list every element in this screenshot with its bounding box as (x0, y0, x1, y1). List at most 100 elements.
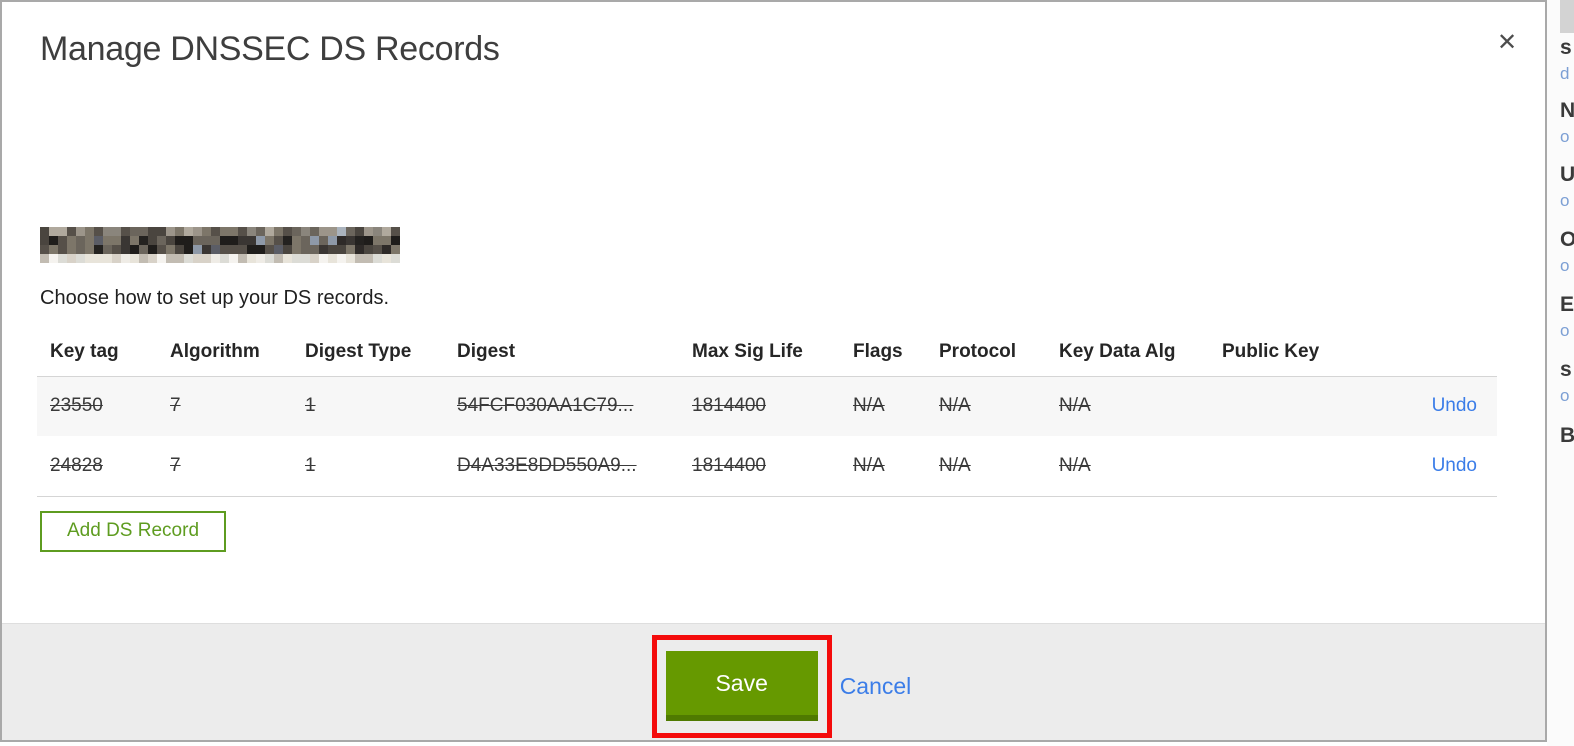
redaction-pixel (355, 245, 364, 254)
redaction-pixel (184, 254, 193, 263)
redaction-pixel (121, 236, 130, 245)
redaction-pixel (283, 227, 292, 236)
redaction-pixel (148, 236, 157, 245)
redaction-pixel (58, 227, 67, 236)
table-header-row: Key tag Algorithm Digest Type Digest Max… (37, 328, 1497, 377)
background-text-fragment: o (1560, 256, 1570, 275)
background-text-fragment: s (1560, 36, 1572, 59)
redaction-pixel (229, 254, 238, 263)
redaction-pixel (85, 254, 94, 263)
redaction-pixel (265, 236, 274, 245)
redaction-pixel (175, 254, 184, 263)
redaction-pixel (103, 227, 112, 236)
column-header-max-sig-life: Max Sig Life (679, 328, 840, 377)
redaction-pixel (256, 254, 265, 263)
background-text-fragment: o (1560, 127, 1570, 146)
redaction-pixel (310, 254, 319, 263)
column-header-key-data-alg: Key Data Alg (1046, 328, 1209, 377)
background-text-fragment: N (1560, 99, 1574, 122)
redaction-pixel (184, 245, 193, 254)
table-cell: 24828 (37, 436, 157, 497)
redaction-pixel (301, 245, 310, 254)
redaction-pixel (211, 227, 220, 236)
redaction-pixel (76, 227, 85, 236)
column-header-digest: Digest (444, 328, 679, 377)
redaction-pixel (67, 227, 76, 236)
redaction-pixel (85, 236, 94, 245)
redaction-pixel (364, 236, 373, 245)
close-icon[interactable]: ✕ (1491, 26, 1523, 58)
table-cell (1209, 376, 1369, 436)
redaction-pixel (328, 245, 337, 254)
redaction-pixel (292, 254, 301, 263)
redaction-pixel (94, 254, 103, 263)
redaction-pixel (328, 254, 337, 263)
background-gray-band (1560, 0, 1574, 33)
column-header-key-tag: Key tag (37, 328, 157, 377)
redaction-pixel (292, 245, 301, 254)
redaction-pixel (229, 236, 238, 245)
redaction-pixel (256, 227, 265, 236)
redaction-pixel (211, 236, 220, 245)
redaction-pixel (103, 245, 112, 254)
redaction-pixel (283, 254, 292, 263)
background-text-fragment: B (1560, 424, 1574, 447)
column-header-protocol: Protocol (926, 328, 1046, 377)
redaction-pixel (391, 245, 400, 254)
redaction-pixel (94, 227, 103, 236)
column-header-actions (1369, 328, 1497, 377)
redaction-pixel (166, 236, 175, 245)
redaction-pixel (139, 254, 148, 263)
redaction-pixel (130, 245, 139, 254)
redaction-pixel (319, 236, 328, 245)
redaction-pixel (355, 254, 364, 263)
cancel-link[interactable]: Cancel (840, 673, 912, 700)
redaction-pixel (382, 254, 391, 263)
redaction-pixel (94, 245, 103, 254)
redaction-pixel (40, 227, 49, 236)
annotation-highlight-box: Save (651, 635, 832, 738)
redaction-pixel (256, 245, 265, 254)
redaction-pixel (364, 245, 373, 254)
redaction-pixel (103, 236, 112, 245)
table-cell: 1814400 (692, 395, 766, 417)
table-cell: N/A (840, 436, 926, 497)
table-cell-actions: Undo (1369, 376, 1497, 436)
redaction-pixel (157, 254, 166, 263)
column-header-public-key: Public Key (1209, 328, 1369, 377)
redaction-pixel (301, 236, 310, 245)
redaction-pixel (49, 227, 58, 236)
table-cell: N/A (926, 436, 1046, 497)
redaction-pixel (274, 227, 283, 236)
add-ds-record-button[interactable]: Add DS Record (40, 510, 227, 552)
redaction-pixel (265, 245, 274, 254)
redaction-pixel (319, 245, 328, 254)
undo-link[interactable]: Undo (1432, 455, 1477, 476)
redaction-pixel (301, 227, 310, 236)
redaction-pixel (121, 254, 130, 263)
redacted-domain-name (40, 227, 400, 263)
save-button[interactable]: Save (665, 651, 818, 721)
redaction-pixel (202, 227, 211, 236)
background-page-fragments: sdNoUoOoEosoB (1560, 0, 1574, 746)
redaction-pixel (58, 254, 67, 263)
background-text-fragment: E (1560, 293, 1574, 316)
redaction-pixel (220, 254, 229, 263)
redaction-pixel (382, 227, 391, 236)
redaction-pixel (76, 254, 85, 263)
redaction-pixel (49, 245, 58, 254)
redaction-pixel (67, 245, 76, 254)
redaction-pixel (202, 245, 211, 254)
redaction-pixel (157, 236, 166, 245)
redaction-pixel (175, 245, 184, 254)
redaction-pixel (337, 245, 346, 254)
redaction-pixel (310, 245, 319, 254)
undo-link[interactable]: Undo (1432, 395, 1477, 416)
redaction-pixel (265, 227, 274, 236)
redaction-pixel (337, 254, 346, 263)
modal-footer: Save Cancel (2, 623, 1545, 740)
redaction-pixel (49, 254, 58, 263)
redaction-pixel (328, 227, 337, 236)
redaction-pixel (319, 254, 328, 263)
redaction-pixel (202, 254, 211, 263)
